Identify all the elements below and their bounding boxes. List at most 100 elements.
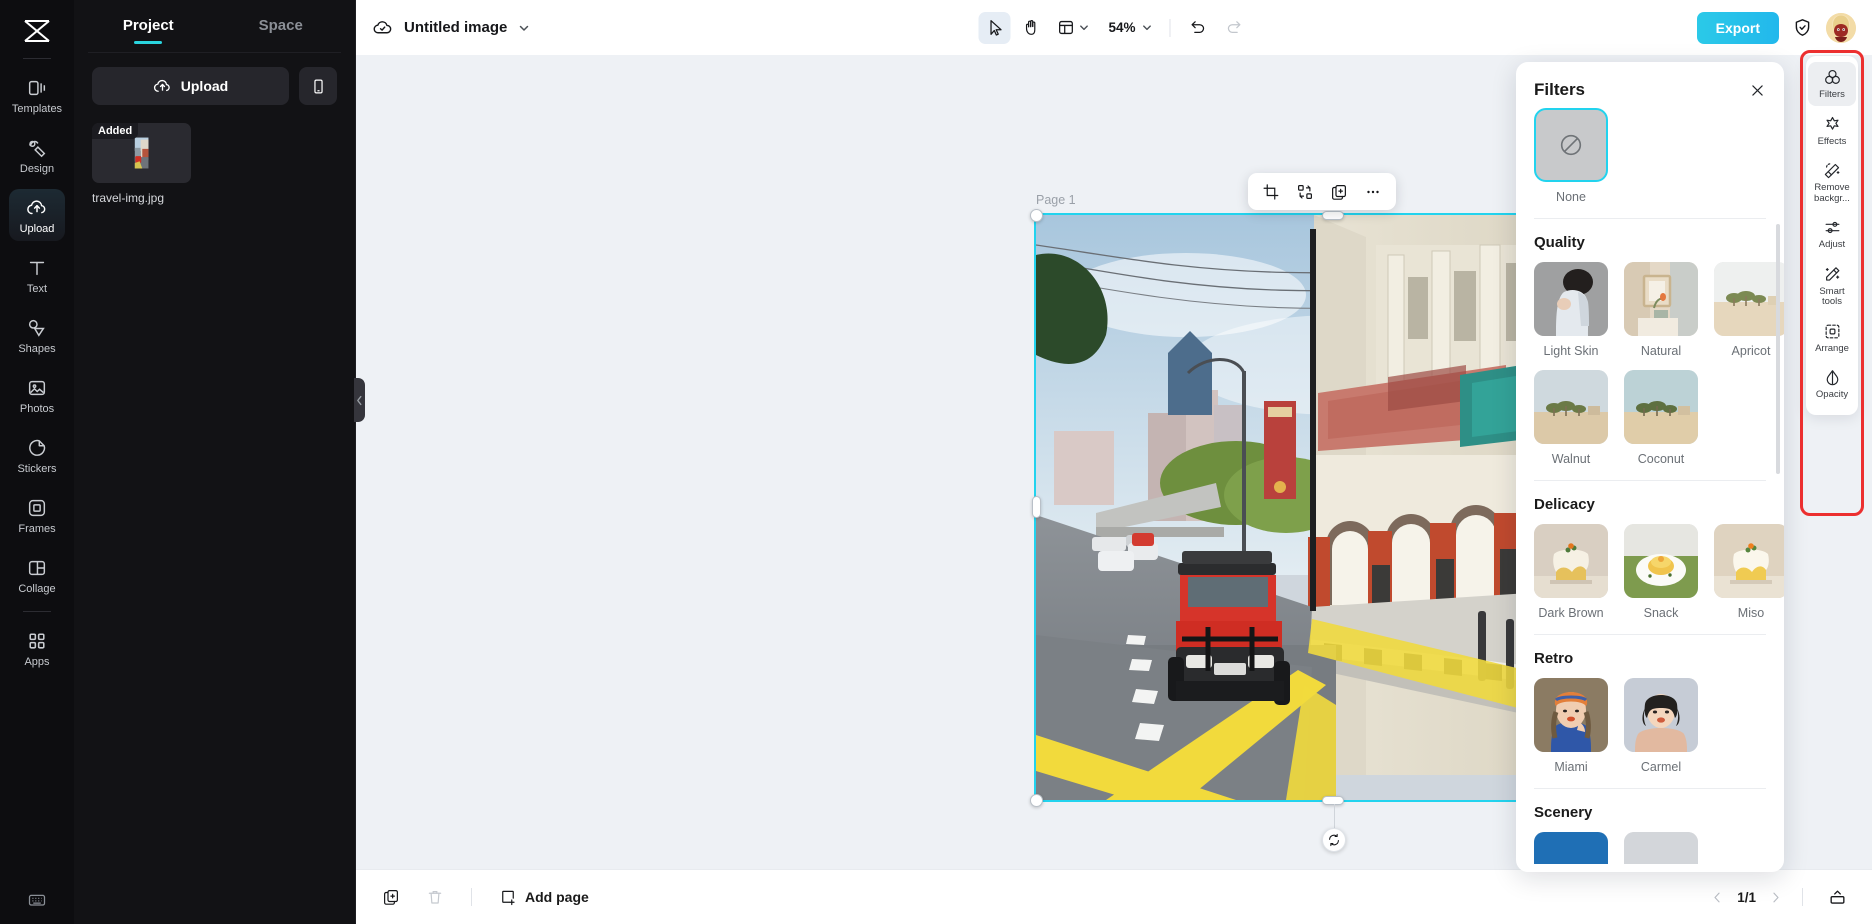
filter-thumb-snack[interactable]: [1624, 524, 1698, 598]
filter-thumb-miami[interactable]: [1534, 678, 1608, 752]
rotate-handle[interactable]: [1322, 828, 1346, 852]
resize-handle-t[interactable]: [1322, 211, 1344, 220]
rail-item-collage[interactable]: Collage: [9, 549, 65, 601]
keyboard-shortcuts-icon[interactable]: [27, 890, 47, 910]
expand-panel-button[interactable]: [1822, 882, 1852, 912]
resize-handle-tl[interactable]: [1030, 209, 1043, 222]
dock-item-filters[interactable]: Filters: [1808, 62, 1856, 106]
filter-thumb-light-skin[interactable]: [1534, 262, 1608, 336]
select-tool-button[interactable]: [978, 12, 1010, 44]
filter-item[interactable]: [1624, 832, 1698, 864]
dock-item-opacity[interactable]: Opacity: [1808, 362, 1856, 406]
filter-item[interactable]: Light Skin: [1534, 262, 1608, 358]
right-tool-dock: Filters Effects Remove backgr... Adjust: [1806, 56, 1858, 415]
filter-thumb-natural[interactable]: [1624, 262, 1698, 336]
filter-item[interactable]: Apricot: [1714, 262, 1784, 358]
filter-thumb-carmel[interactable]: [1624, 678, 1698, 752]
filter-thumb-dark-brown[interactable]: [1534, 524, 1608, 598]
upload-button-label: Upload: [181, 78, 228, 94]
chevron-left-icon: [356, 395, 363, 406]
shield-check-icon[interactable]: [1792, 17, 1813, 38]
layout-tool-button[interactable]: [1050, 12, 1095, 44]
filter-item[interactable]: [1534, 832, 1608, 864]
filter-item[interactable]: Miso: [1714, 524, 1784, 620]
panel-collapse-toggle[interactable]: [354, 378, 365, 422]
rail-item-shapes[interactable]: Shapes: [9, 309, 65, 361]
mobile-upload-button[interactable]: [299, 67, 337, 105]
hand-tool-button[interactable]: [1014, 12, 1046, 44]
filter-thumb-scenery-blue[interactable]: [1534, 832, 1608, 864]
asset-item[interactable]: Added travel-img.jpg: [92, 123, 191, 205]
filters-divider: [1534, 218, 1766, 219]
rail-item-stickers[interactable]: Stickers: [9, 429, 65, 481]
dock-label: Remove backgr...: [1809, 183, 1855, 204]
filter-item[interactable]: Natural: [1624, 262, 1698, 358]
duplicate-button[interactable]: [1324, 177, 1354, 206]
replace-button[interactable]: [1290, 177, 1320, 206]
rail-divider: [23, 58, 51, 59]
duplicate-page-button[interactable]: [376, 882, 406, 912]
resize-handle-bl[interactable]: [1030, 794, 1043, 807]
asset-thumbnail[interactable]: Added: [92, 123, 191, 183]
filters-scrollbar[interactable]: [1776, 224, 1780, 474]
rail-item-photos[interactable]: Photos: [9, 369, 65, 421]
undo-button[interactable]: [1182, 12, 1214, 44]
add-page-button[interactable]: Add page: [493, 884, 595, 910]
next-page-button[interactable]: [1768, 890, 1783, 905]
rail-label: Design: [20, 163, 54, 175]
redo-button[interactable]: [1218, 12, 1250, 44]
tab-space[interactable]: Space: [215, 0, 348, 52]
filter-thumb-coconut[interactable]: [1624, 370, 1698, 444]
avatar[interactable]: [1826, 13, 1856, 43]
upload-cloud-icon: [26, 197, 48, 219]
dock-item-adjust[interactable]: Adjust: [1808, 212, 1856, 256]
rail-label: Collage: [18, 583, 55, 595]
filter-thumb-scenery-grey[interactable]: [1624, 832, 1698, 864]
close-icon[interactable]: [1749, 82, 1766, 99]
delete-page-button[interactable]: [420, 882, 450, 912]
filter-item[interactable]: Miami: [1534, 678, 1608, 774]
bottom-toolbar: Add page 1/1: [356, 869, 1872, 924]
filter-none-tile[interactable]: [1534, 108, 1608, 182]
dock-item-arrange[interactable]: Arrange: [1808, 316, 1856, 360]
filter-item[interactable]: Carmel: [1624, 678, 1698, 774]
rotate-icon: [1327, 833, 1341, 847]
page-title: Untitled image: [404, 19, 507, 36]
filter-item[interactable]: Walnut: [1534, 370, 1608, 466]
filter-item[interactable]: Snack: [1624, 524, 1698, 620]
capcut-logo-icon[interactable]: [17, 14, 57, 48]
chevron-down-icon[interactable]: [518, 22, 530, 34]
filter-thumb-miso[interactable]: [1714, 524, 1784, 598]
crop-button[interactable]: [1256, 177, 1286, 206]
export-button[interactable]: Export: [1697, 12, 1779, 44]
filter-thumb-walnut[interactable]: [1534, 370, 1608, 444]
rail-item-upload[interactable]: Upload: [9, 189, 65, 241]
rail-item-text[interactable]: Text: [9, 249, 65, 301]
filter-item[interactable]: Dark Brown: [1534, 524, 1608, 620]
add-page-icon: [499, 888, 517, 906]
document-title-group[interactable]: Untitled image: [372, 17, 530, 38]
filter-label: Apricot: [1714, 344, 1784, 358]
mobile-upload-icon: [310, 78, 327, 95]
filter-item[interactable]: Coconut: [1624, 370, 1698, 466]
rail-item-apps[interactable]: Apps: [9, 622, 65, 674]
zoom-level-button[interactable]: 54%: [1099, 12, 1158, 44]
dock-item-smart-tools[interactable]: Smart tools: [1808, 259, 1856, 313]
rail-item-design[interactable]: Design: [9, 129, 65, 181]
more-options-button[interactable]: [1358, 177, 1388, 206]
rail-label: Upload: [20, 223, 55, 235]
resize-handle-l[interactable]: [1032, 496, 1041, 518]
rail-item-templates[interactable]: Templates: [9, 69, 65, 121]
dock-item-effects[interactable]: Effects: [1808, 109, 1856, 153]
main-area: Untitled image: [356, 0, 1872, 924]
rail-item-frames[interactable]: Frames: [9, 489, 65, 541]
filters-divider-3: [1534, 634, 1766, 635]
filter-thumb-apricot[interactable]: [1714, 262, 1784, 336]
tab-project[interactable]: Project: [82, 0, 215, 52]
upload-button[interactable]: Upload: [92, 67, 289, 105]
filters-body[interactable]: None Quality Light Skin: [1516, 108, 1784, 864]
photos-icon: [26, 377, 48, 399]
dock-item-remove-background[interactable]: Remove backgr...: [1808, 155, 1856, 209]
filter-none[interactable]: None: [1534, 108, 1608, 204]
prev-page-button[interactable]: [1710, 890, 1725, 905]
